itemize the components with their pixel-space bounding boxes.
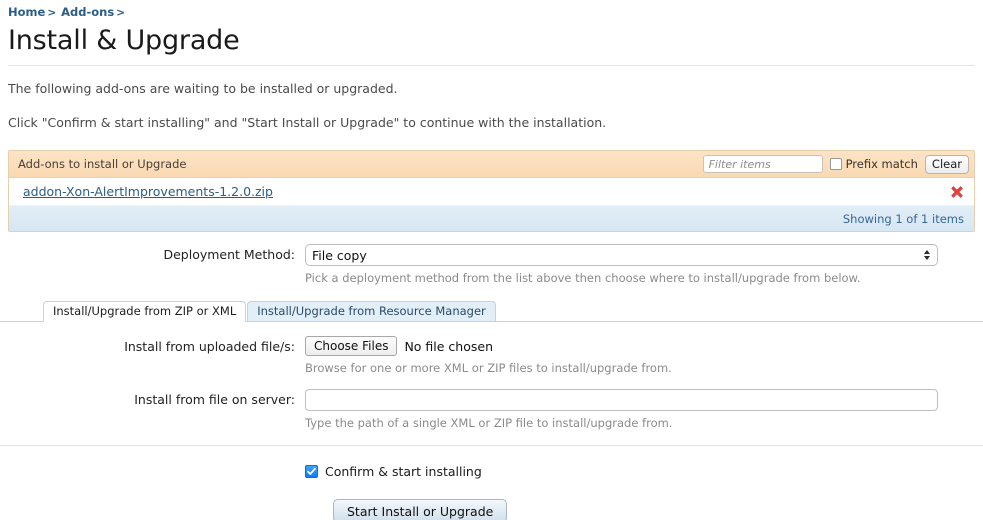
install-upgrade-page: Home > Add-ons > Install & Upgrade The foll… bbox=[0, 0, 983, 520]
tab-install-from-zip-or-xml[interactable]: Install/Upgrade from ZIP or XML bbox=[43, 301, 247, 322]
server-file-hint: Type the path of a single XML or ZIP fil… bbox=[305, 416, 673, 430]
choose-files-button[interactable]: Choose Files bbox=[305, 336, 398, 356]
confirm-area: Confirm & start installing bbox=[0, 464, 983, 479]
server-file-control: Type the path of a single XML or ZIP fil… bbox=[305, 389, 983, 431]
addon-name-link[interactable]: addon-Xon-AlertImprovements-1.2.0.zip bbox=[23, 184, 944, 199]
deployment-method-select[interactable]: File copy bbox=[305, 244, 938, 266]
addons-panel-header: Add-ons to install or Upgrade Prefix mat… bbox=[9, 151, 974, 178]
install-source-tabs: Install/Upgrade from ZIP or XML Install/… bbox=[0, 301, 983, 322]
breadcrumb-separator-0: > bbox=[47, 7, 57, 19]
start-install-or-upgrade-button[interactable]: Start Install or Upgrade bbox=[333, 499, 508, 520]
breadcrumb-link-addons[interactable]: Add-ons bbox=[61, 5, 114, 19]
clear-filter-button[interactable]: Clear bbox=[924, 154, 969, 174]
install-form: Deployment Method: File copy Pick a depl… bbox=[0, 244, 983, 520]
showing-count-text: Showing 1 of 1 items bbox=[842, 211, 964, 226]
prefix-match-checkbox[interactable] bbox=[829, 158, 842, 170]
title-divider bbox=[8, 65, 975, 66]
deployment-select-wrapper: File copy bbox=[305, 244, 938, 266]
confirm-checkbox-label: Confirm & start installing bbox=[325, 464, 482, 479]
intro-text-1: The following add-ons are waiting to be … bbox=[8, 81, 398, 96]
install-source-tabs-block: Install/Upgrade from ZIP or XML Install/… bbox=[0, 301, 983, 446]
breadcrumb: Home > Add-ons > bbox=[0, 0, 983, 21]
deployment-method-row: Deployment Method: File copy Pick a depl… bbox=[0, 244, 983, 286]
deployment-method-control: File copy Pick a deployment method from … bbox=[305, 244, 983, 286]
uploaded-files-control: Choose Files No file chosen Browse for o… bbox=[305, 336, 983, 376]
submit-area: Start Install or Upgrade bbox=[0, 499, 983, 520]
filter-input[interactable] bbox=[702, 155, 823, 173]
file-status-text: No file chosen bbox=[404, 338, 494, 354]
uploaded-files-row: Install from uploaded file/s: Choose Fil… bbox=[0, 336, 983, 376]
server-file-label: Install from file on server: bbox=[134, 392, 295, 407]
addons-panel: Add-ons to install or Upgrade Prefix mat… bbox=[8, 150, 975, 232]
tab-panel-zip-or-xml: Install from uploaded file/s: Choose Fil… bbox=[0, 322, 983, 446]
deployment-method-label: Deployment Method: bbox=[163, 247, 295, 262]
filter-controls: Prefix match Clear bbox=[702, 154, 969, 174]
addons-panel-footer: Showing 1 of 1 items bbox=[9, 206, 974, 231]
tab-install-from-resource-manager[interactable]: Install/Upgrade from Resource Manager bbox=[247, 301, 496, 321]
uploaded-files-label: Install from uploaded file/s: bbox=[124, 339, 295, 354]
prefix-match-label: Prefix match bbox=[845, 157, 918, 171]
confirm-checkbox-checked[interactable] bbox=[305, 465, 318, 478]
breadcrumb-link-home[interactable]: Home bbox=[8, 5, 45, 19]
table-row: addon-Xon-AlertImprovements-1.2.0.zip bbox=[9, 178, 974, 206]
server-file-row: Install from file on server: Type the pa… bbox=[0, 389, 983, 431]
intro-text-2: Click "Confirm & start installing" and "… bbox=[8, 115, 607, 130]
prefix-match-control[interactable]: Prefix match bbox=[829, 157, 918, 171]
deployment-method-hint: Pick a deployment method from the list a… bbox=[305, 271, 861, 285]
server-file-path-input[interactable] bbox=[305, 389, 938, 411]
red-x-icon[interactable] bbox=[944, 181, 970, 203]
addons-panel-title: Add-ons to install or Upgrade bbox=[18, 157, 187, 171]
confirm-start-installing-control[interactable]: Confirm & start installing bbox=[305, 464, 983, 479]
page-title: Install & Upgrade bbox=[8, 25, 240, 56]
breadcrumb-separator-1: > bbox=[116, 7, 126, 19]
file-picker: Choose Files No file chosen bbox=[305, 336, 938, 356]
uploaded-files-hint: Browse for one or more XML or ZIP files … bbox=[305, 361, 672, 375]
